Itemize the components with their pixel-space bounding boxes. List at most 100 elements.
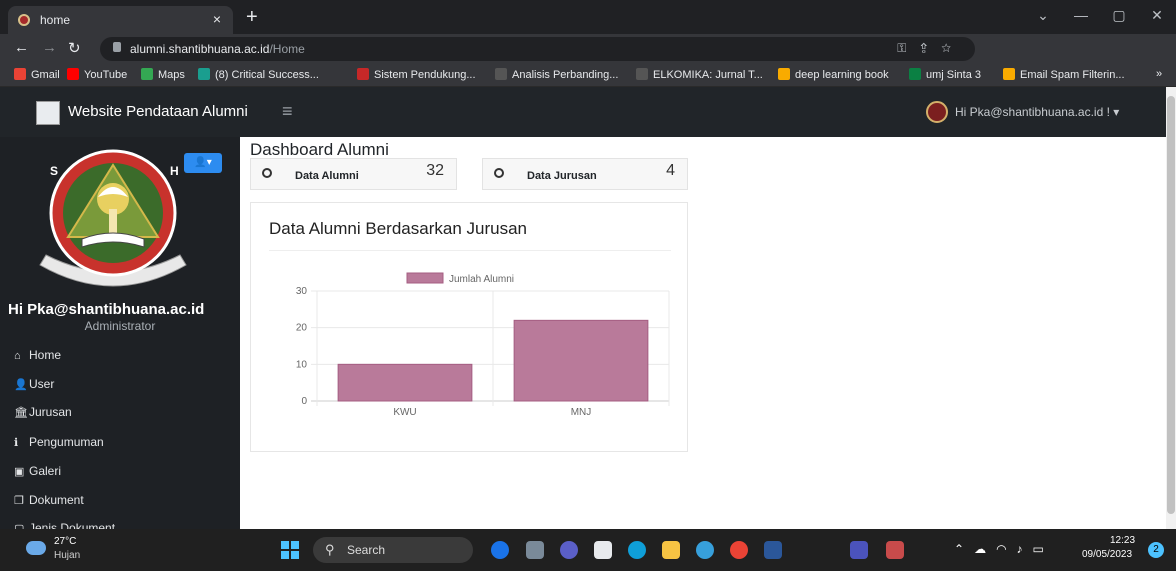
browser-tab-strip: home × + ⌄ — ▢ ✕ <box>0 0 1176 34</box>
bookmarks-overflow-icon[interactable]: » <box>1156 68 1162 80</box>
star-icon[interactable]: ☆ <box>941 41 965 55</box>
windows-start-icon[interactable] <box>281 541 299 559</box>
x-tick-label: MNJ <box>571 407 592 418</box>
wifi-icon[interactable]: ◠ <box>996 542 1016 556</box>
weather-temperature[interactable]: 27°C <box>54 536 76 547</box>
info-icon: ℹ <box>14 437 19 449</box>
search-icon: ⚲ <box>325 542 335 557</box>
app-icon-4[interactable] <box>594 541 612 559</box>
bookmark-favicon-icon <box>357 68 369 80</box>
bookmark-item[interactable]: Sistem Pendukung... <box>357 68 476 81</box>
minimize-icon[interactable]: — <box>1062 0 1100 30</box>
app-icon-1[interactable] <box>491 541 509 559</box>
url-text: alumni.shantibhuana.ac.id/Home <box>130 42 305 56</box>
share-icon[interactable]: ⇪ <box>920 41 941 55</box>
clock-date[interactable]: 09/05/2023 <box>1082 549 1132 560</box>
battery-icon[interactable]: ▭ <box>1033 542 1054 556</box>
legend-label: Jumlah Alumni <box>449 274 514 285</box>
reload-icon[interactable]: ↻ <box>68 39 81 57</box>
taskbar-search[interactable]: ⚲ Search <box>313 537 473 563</box>
app-navbar: Website Pendataan Alumni ≡ Hi Pka@shanti… <box>0 87 1166 137</box>
bookmark-item[interactable]: (8) Critical Success... <box>198 68 319 81</box>
legend-swatch <box>406 272 444 284</box>
svg-text:S: S <box>50 164 58 178</box>
browser-toolbar: ← → ↻ alumni.shantibhuana.ac.id/Home ⚿⇪☆… <box>0 34 1176 94</box>
sidebar: S H 👤▾ Hi Pka@shantibhuana.ac.id Adminis… <box>0 137 240 535</box>
stat-label: Data Jurusan <box>527 170 597 182</box>
tab-close-icon[interactable]: × <box>213 11 221 27</box>
weather-condition[interactable]: Hujan <box>54 550 80 561</box>
chrome-icon[interactable] <box>730 541 748 559</box>
y-tick-label: 20 <box>296 323 308 334</box>
app-icon-p[interactable] <box>850 541 868 559</box>
bookmark-favicon-icon <box>198 68 210 80</box>
bookmark-item[interactable]: Email Spam Filterin... <box>1003 68 1125 81</box>
user-avatar[interactable] <box>926 101 948 123</box>
volume-icon[interactable]: ♪ <box>1017 542 1033 556</box>
stat-value: 32 <box>426 162 444 179</box>
bookmark-item[interactable]: deep learning book <box>778 68 889 81</box>
bookmark-item[interactable]: umj Sinta 3 <box>909 68 981 81</box>
sidebar-item-dokument[interactable]: ❐ Dokument <box>14 493 84 507</box>
globe-icon <box>494 168 504 178</box>
documents-icon: ❐ <box>14 495 24 507</box>
sidebar-item-label: Pengumuman <box>29 435 104 449</box>
sidebar-user-role: Administrator <box>84 319 156 333</box>
y-tick-label: 0 <box>301 396 307 407</box>
bookmark-favicon-icon <box>14 68 26 80</box>
bookmark-favicon-icon <box>141 68 153 80</box>
address-bar[interactable]: alumni.shantibhuana.ac.id/Home ⚿⇪☆ <box>100 37 975 61</box>
app-icon-7[interactable] <box>696 541 714 559</box>
bookmark-item[interactable]: Gmail <box>14 68 60 81</box>
home-icon: ⌂ <box>14 350 21 362</box>
maximize-icon[interactable]: ▢ <box>1100 0 1138 30</box>
app-title[interactable]: Website Pendataan Alumni <box>68 103 248 120</box>
sidebar-item-pengumuman[interactable]: ℹ Pengumuman <box>14 435 104 449</box>
stat-label: Data Alumni <box>295 170 359 182</box>
forward-arrow-icon[interactable]: → <box>42 39 57 56</box>
stat-card-jurusan[interactable]: Data Jurusan 4 <box>482 158 688 190</box>
sidebar-username: Hi Pka@shantibhuana.ac.id <box>8 301 205 318</box>
hamburger-menu-icon[interactable]: ≡ <box>282 101 293 122</box>
stat-card-alumni[interactable]: Data Alumni 32 <box>250 158 457 190</box>
sidebar-user-toggle-button[interactable]: 👤▾ <box>184 153 222 173</box>
bookmark-item[interactable]: Analisis Perbanding... <box>495 68 618 81</box>
bar-mnj <box>513 319 649 402</box>
bookmarks-bar: Gmail YouTube Maps (8) Critical Success... S… <box>0 64 1176 87</box>
stat-value: 4 <box>666 162 675 179</box>
chevron-up-icon[interactable]: ⌃ <box>954 542 974 556</box>
notification-badge[interactable]: 2 <box>1148 542 1164 558</box>
browser-tab[interactable]: home × <box>8 6 233 34</box>
app-icon-10[interactable] <box>886 541 904 559</box>
app-icon-2[interactable] <box>526 541 544 559</box>
close-window-icon[interactable]: ✕ <box>1138 0 1176 30</box>
system-tray: ⌃☁◠♪▭ <box>954 542 1054 556</box>
new-tab-button[interactable]: + <box>246 6 258 29</box>
window-controls: ⌄ — ▢ ✕ <box>1024 0 1176 34</box>
sidebar-item-user[interactable]: 👤User <box>14 377 54 391</box>
back-arrow-icon[interactable]: ← <box>14 39 29 56</box>
bookmark-item[interactable]: Maps <box>141 68 185 81</box>
page-title: Dashboard Alumni <box>250 140 389 159</box>
sidebar-item-home[interactable]: ⌂ Home <box>14 348 61 362</box>
file-explorer-icon[interactable] <box>662 541 680 559</box>
x-tick-label: KWU <box>393 407 416 418</box>
cloud-icon[interactable]: ☁ <box>974 542 996 556</box>
key-icon[interactable]: ⚿ <box>897 41 920 55</box>
app-logo[interactable] <box>36 101 60 125</box>
user-menu-dropdown[interactable]: Hi Pka@shantibhuana.ac.id ! ▾ <box>955 105 1119 119</box>
user-icon: 👤 <box>14 379 28 391</box>
sidebar-item-jurusan[interactable]: 🏛Jurusan <box>14 405 72 419</box>
clock-time[interactable]: 12:23 <box>1110 535 1135 546</box>
edge-icon[interactable] <box>628 541 646 559</box>
word-icon[interactable] <box>764 541 782 559</box>
tab-search-icon[interactable]: ⌄ <box>1024 0 1062 30</box>
scrollbar-thumb[interactable] <box>1167 96 1175 514</box>
bookmark-item[interactable]: ELKOMIKA: Jurnal T... <box>636 68 763 81</box>
bookmark-favicon-icon <box>909 68 921 80</box>
bookmark-item[interactable]: YouTube <box>67 68 127 81</box>
app-icon-3[interactable] <box>560 541 578 559</box>
weather-cloud-icon[interactable] <box>26 541 46 555</box>
y-tick-label: 30 <box>296 286 308 297</box>
sidebar-item-galeri[interactable]: ▣ Galeri <box>14 464 61 478</box>
